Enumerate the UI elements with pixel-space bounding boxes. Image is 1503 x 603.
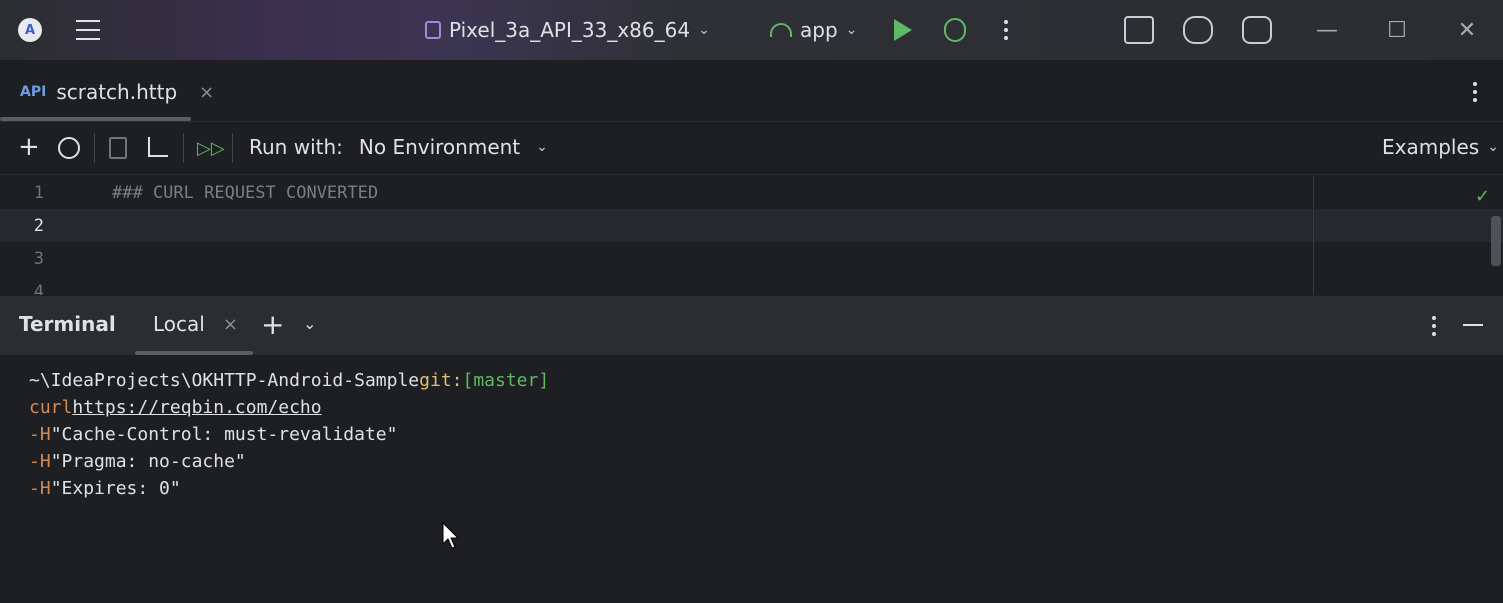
terminal-tab-label: Local [153,312,205,336]
chevron-down-icon: ⌄ [845,22,858,38]
right-margin-guide [1313,176,1314,295]
terminal-output[interactable]: ~\IdeaProjects\OKHTTP-Android-Sample git… [0,355,1503,603]
header-arg: "Cache-Control: must-revalidate" [50,424,398,445]
title-bar: A Pixel_3a_API_33_x86_64 ⌄ app ⌄ — ☐ ✕ [0,0,1503,60]
header-arg: "Expires: 0" [50,478,181,499]
examples-dropdown[interactable]: Examples ⌄ [1382,135,1499,159]
minimize-panel-icon[interactable] [1463,324,1483,326]
more-icon[interactable] [1431,316,1437,336]
flag: -H [29,451,51,472]
run-all-icon[interactable]: ▷▷ [197,138,225,159]
run-config-label: app [800,18,838,42]
device-label: Pixel_3a_API_33_x86_64 [449,18,691,42]
run-with-label: Run with: [249,135,343,159]
divider [232,133,233,163]
sync-icon[interactable] [1242,16,1272,44]
history-icon[interactable] [58,137,80,159]
profiler-icon[interactable] [1124,16,1154,44]
tab-label: scratch.http [56,80,178,104]
command: curl [29,397,73,418]
environment-label: No Environment [358,135,521,159]
more-icon[interactable] [1003,20,1009,40]
terminal-arg-line: -H "Expires: 0" [29,475,181,502]
divider [94,133,95,163]
terminal-header: Terminal Local × + ⌄ [0,296,1503,355]
android-icon [770,23,792,37]
run-config-selector[interactable]: app ⌄ [770,16,857,44]
close-icon[interactable]: × [223,314,238,335]
add-request-icon[interactable]: + [18,134,40,160]
prompt-git: git: [419,370,463,391]
line-number: 2 [33,215,44,236]
new-terminal-icon[interactable]: + [261,308,284,341]
flag: -H [29,424,51,445]
tab-scratch-http[interactable]: API scratch.http × [20,78,214,106]
line-number: 1 [33,182,44,203]
terminal-command-line: curl https://reqbin.com/echo [29,394,322,421]
chevron-down-icon: ⌄ [536,139,548,155]
current-line-highlight [0,209,1503,242]
attach-debugger-icon[interactable] [1183,16,1213,44]
http-client-toolbar: + ▷▷ Run with: No Environment ⌄ Examples… [0,123,1503,175]
run-icon[interactable] [894,19,912,41]
android-studio-logo-icon[interactable]: A [18,18,42,42]
chevron-down-icon: ⌄ [1487,139,1499,155]
maximize-icon[interactable]: ☐ [1383,16,1411,44]
divider [183,133,184,163]
prompt-path: ~\IdeaProjects\OKHTTP-Android-Sample [29,370,420,391]
device-selector[interactable]: Pixel_3a_API_33_x86_64 ⌄ [425,16,710,44]
chevron-down-icon[interactable]: ⌄ [303,314,316,333]
active-tab-indicator [0,117,191,121]
terminal-arg-line: -H "Cache-Control: must-revalidate" [29,421,397,448]
api-file-icon: API [20,84,47,100]
terminal-title: Terminal [19,312,116,336]
line-number: 4 [33,281,44,296]
debug-icon[interactable] [944,18,966,42]
device-icon [425,21,441,39]
line-number: 3 [33,248,44,269]
editor-tab-bar: API scratch.http × [0,60,1503,122]
close-icon[interactable]: ✕ [1453,16,1481,44]
terminal-prompt: ~\IdeaProjects\OKHTTP-Android-Sample git… [29,367,549,394]
header-arg: "Pragma: no-cache" [50,451,246,472]
terminal-arg-line: -H "Pragma: no-cache" [29,448,246,475]
hamburger-menu-icon[interactable] [76,20,100,40]
command-url[interactable]: https://reqbin.com/echo [72,397,321,418]
close-icon[interactable]: × [199,82,214,103]
environment-selector[interactable]: Run with: No Environment ⌄ [249,135,548,159]
examples-label: Examples [1382,135,1480,159]
scrollbar[interactable] [1491,216,1501,266]
code-line[interactable]: ### CURL REQUEST CONVERTED [112,176,378,209]
chevron-down-icon: ⌄ [698,22,710,38]
prompt-branch: [master] [462,370,550,391]
copy-icon[interactable] [109,137,127,159]
terminal-tab-local[interactable]: Local × [153,312,238,336]
checkmark-icon: ✓ [1475,186,1491,207]
mouse-cursor-icon [442,522,460,549]
import-icon[interactable] [148,137,168,157]
minimize-icon[interactable]: — [1313,16,1341,44]
flag: -H [29,478,51,499]
code-editor[interactable]: 1 2 3 4 ### CURL REQUEST CONVERTED ✓ [0,176,1503,295]
more-icon[interactable] [1473,82,1479,102]
